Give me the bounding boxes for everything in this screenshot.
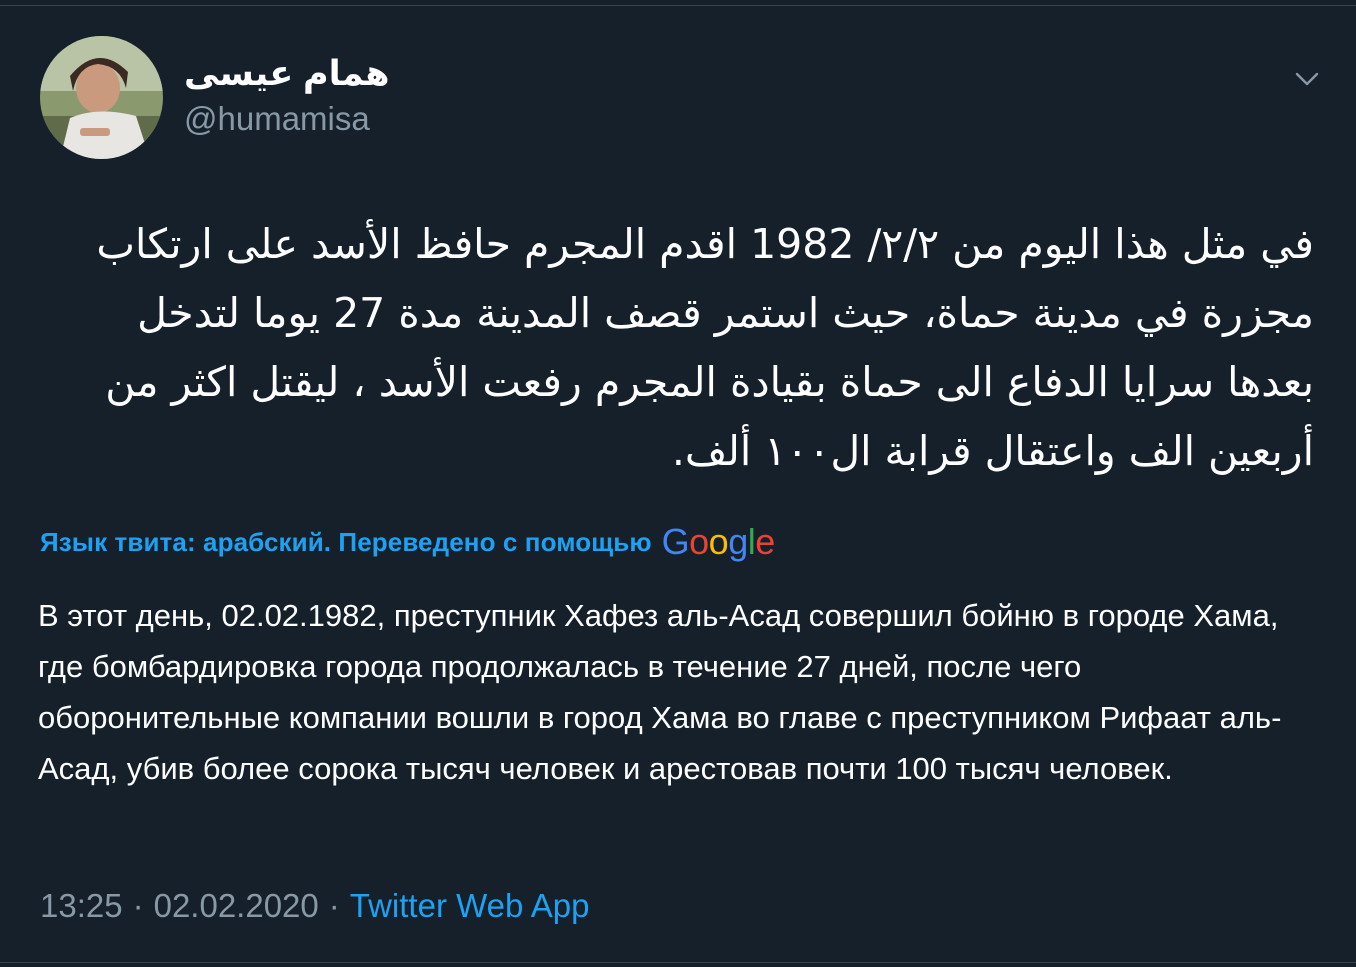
meta-separator: · (328, 887, 340, 924)
user-handle[interactable]: @humamisa (184, 99, 370, 139)
avatar[interactable] (40, 36, 163, 159)
translated-text: В этот день, 02.02.1982, преступник Хафе… (38, 598, 1282, 786)
tweet-time[interactable]: 13:25 (40, 887, 123, 925)
google-logo: Google (661, 521, 776, 562)
top-divider (0, 5, 1356, 6)
tweet-meta: 13:25 · 02.02.2020 · Twitter Web App (40, 884, 589, 928)
chevron-down-icon[interactable] (1290, 62, 1324, 96)
translation-note[interactable]: Язык твита: арабский. Переведено с помощ… (40, 520, 775, 564)
display-name[interactable]: همام عيسى (184, 52, 389, 96)
tweet-date[interactable]: 02.02.2020 (154, 887, 319, 925)
tweet-text: في مثل هذا اليوم من ٢/٢/ 1982 اقدم المجر… (96, 220, 1314, 475)
bottom-divider (0, 962, 1356, 963)
translation-label: Язык твита: арабский. Переведено с помощ… (40, 526, 652, 557)
tweet-source-link[interactable]: Twitter Web App (350, 887, 590, 925)
meta-separator: · (132, 887, 144, 924)
